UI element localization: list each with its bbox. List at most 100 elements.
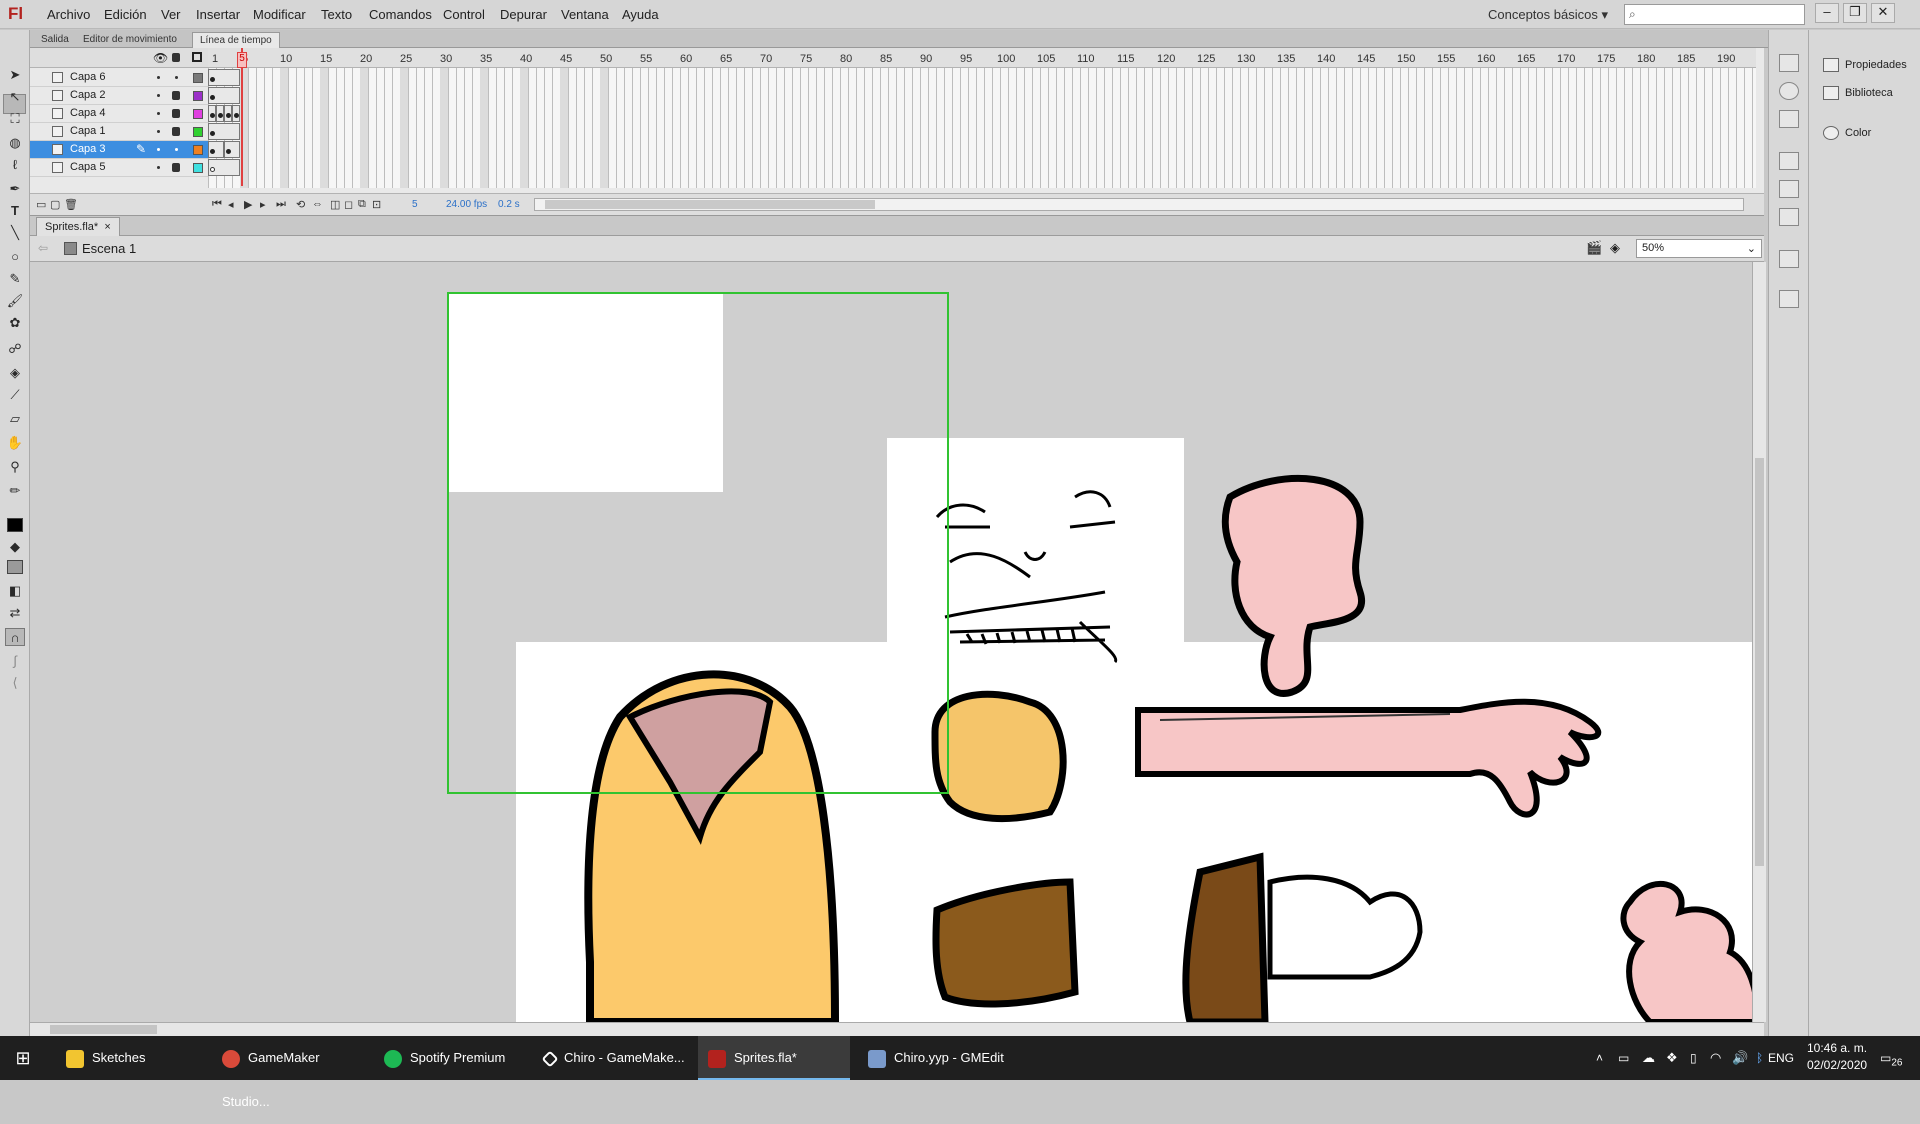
pencil-tool-icon[interactable]: ✎ [5,270,25,288]
menu-edicion[interactable]: Edición [104,7,147,22]
tray-volume-icon[interactable]: 🔊 [1732,1036,1748,1080]
oval-tool-icon[interactable]: ○ [5,248,25,266]
notification-center[interactable]: ▭26 [1880,1036,1902,1080]
delete-layer-icon[interactable]: 🗑 [64,198,78,211]
minimize-button[interactable]: – [1815,3,1839,23]
new-folder-icon[interactable]: ▢ [50,198,60,211]
tab-salida[interactable]: Salida [34,32,76,48]
layer-row[interactable]: Capa 5 [30,159,208,177]
help-search-input[interactable]: ⌕ [1624,4,1805,25]
keyframe[interactable] [232,105,240,122]
panel-color[interactable]: Color [1823,126,1871,140]
eyedropper-tool-icon[interactable]: ⟋ [5,386,25,404]
keyframe[interactable] [208,105,216,122]
layer-color-swatch[interactable] [193,163,203,173]
layer-color-swatch[interactable] [193,73,203,83]
restore-button[interactable]: ❐ [1843,3,1867,23]
tray-cloud-icon[interactable]: ☁ [1642,1036,1655,1080]
edit-scene-icon[interactable]: 🎬 [1586,240,1602,256]
stage-canvas[interactable] [30,262,1758,1022]
hand-tool-icon[interactable]: ✋ [5,434,25,452]
fill-color-icon[interactable]: ◆ [5,538,25,556]
components-icon[interactable] [1779,180,1799,198]
taskbar-item-gmedit[interactable]: Chiro.yyp - GMEdit [860,1036,1010,1080]
brush-tool-icon[interactable]: 🖌 [5,292,25,310]
menu-comandos[interactable]: Comandos [369,7,432,22]
document-tab[interactable]: Sprites.fla* × [36,217,120,236]
tray-language[interactable]: ENG [1768,1036,1794,1080]
lock-dot[interactable] [175,76,178,79]
menu-depurar[interactable]: Depurar [500,7,547,22]
timeline-scrollbar[interactable] [534,198,1744,211]
windows-start-icon[interactable]: ⊞ [0,1036,46,1080]
keyframe-span[interactable] [224,141,240,158]
layer-color-swatch[interactable] [193,109,203,119]
modify-markers-icon[interactable]: ⊡ [372,198,381,211]
layer-row-selected[interactable]: Capa 3 ✎ [30,141,208,159]
stage-horizontal-scrollbar[interactable] [30,1022,1764,1036]
frame-grid[interactable] [208,68,1756,188]
line-tool-icon[interactable]: ╲ [5,224,25,242]
lock-dot[interactable] [175,148,178,151]
text-tool-icon[interactable]: T [5,202,25,220]
fill-color-swatch[interactable] [7,560,23,574]
tray-expand-icon[interactable]: ˄ [1596,1036,1603,1080]
menu-texto[interactable]: Texto [321,7,352,22]
tray-wifi-icon[interactable]: ◠ [1710,1036,1721,1080]
stroke-color-icon[interactable]: ✏ [5,482,25,500]
tray-clock[interactable]: 10:46 a. m. 02/02/2020 [1807,1040,1867,1074]
next-frame-icon[interactable]: ▸ [260,198,266,211]
layer-row[interactable]: Capa 6 [30,69,208,87]
current-frame-value[interactable]: 5 [412,199,418,210]
keyframe[interactable] [216,105,224,122]
stage-vertical-scrollbar[interactable] [1752,262,1766,1022]
layer-color-swatch[interactable] [193,91,203,101]
last-frame-icon[interactable]: ⏭ [276,198,286,211]
taskbar-item-gamemaker[interactable]: Chiro - GameMake... [536,1036,686,1080]
prev-frame-icon[interactable]: ◂ [228,198,234,211]
info-panel-icon[interactable] [1779,82,1799,100]
layer-color-swatch[interactable] [193,145,203,155]
layer-name[interactable]: Capa 2 [70,89,105,101]
outline-icon[interactable] [192,52,202,62]
layer-name[interactable]: Capa 1 [70,125,105,137]
eye-icon[interactable]: 👁 [153,51,168,65]
motion-presets-icon[interactable] [1779,208,1799,226]
loop-icon[interactable]: ⟲ [296,198,305,211]
menu-ayuda[interactable]: Ayuda [622,7,659,22]
taskbar-item-sketches[interactable]: Sketches [58,1036,208,1080]
layer-name[interactable]: Capa 5 [70,161,105,173]
layer-row[interactable]: Capa 1 [30,123,208,141]
layer-name[interactable]: Capa 4 [70,107,105,119]
playhead-handle[interactable]: 5 [237,52,247,68]
playhead[interactable] [241,48,243,186]
tab-editor-movimiento[interactable]: Editor de movimiento [76,32,184,48]
swap-colors-icon[interactable]: ⇄ [5,604,25,622]
3d-rotation-tool-icon[interactable]: ◍ [5,134,25,152]
eraser-tool-icon[interactable]: ▱ [5,410,25,428]
free-transform-tool-icon[interactable]: ⛶ [5,110,25,128]
menu-ventana[interactable]: Ventana [561,7,609,22]
visibility-dot[interactable] [157,112,160,115]
paint-bucket-tool-icon[interactable]: ◈ [5,364,25,382]
menu-modificar[interactable]: Modificar [253,7,306,22]
black-white-icon[interactable]: ◧ [5,582,25,600]
edit-symbol-icon[interactable]: ◈ [1610,240,1620,256]
visibility-dot[interactable] [157,76,160,79]
play-icon[interactable]: ▶ [244,198,252,211]
bone-tool-icon[interactable]: ☍ [5,340,25,358]
lock-icon[interactable] [172,127,180,136]
layer-color-swatch[interactable] [193,127,203,137]
center-frame-icon[interactable]: ⇔ [312,198,323,210]
visibility-dot[interactable] [157,148,160,151]
snap-magnet-icon[interactable]: ∩ [5,628,25,646]
pen-tool-icon[interactable]: ✒ [5,180,25,198]
keyframe-span[interactable] [208,87,240,104]
menu-archivo[interactable]: Archivo [47,7,90,22]
visibility-dot[interactable] [157,130,160,133]
keyframe-span[interactable] [208,69,240,86]
lock-icon[interactable] [172,163,180,172]
taskbar-item-chrome[interactable]: GameMaker Studio... [214,1036,364,1109]
tab-linea-tiempo[interactable]: Línea de tiempo [192,32,280,48]
taskbar-item-spotify[interactable]: Spotify Premium [376,1036,526,1080]
